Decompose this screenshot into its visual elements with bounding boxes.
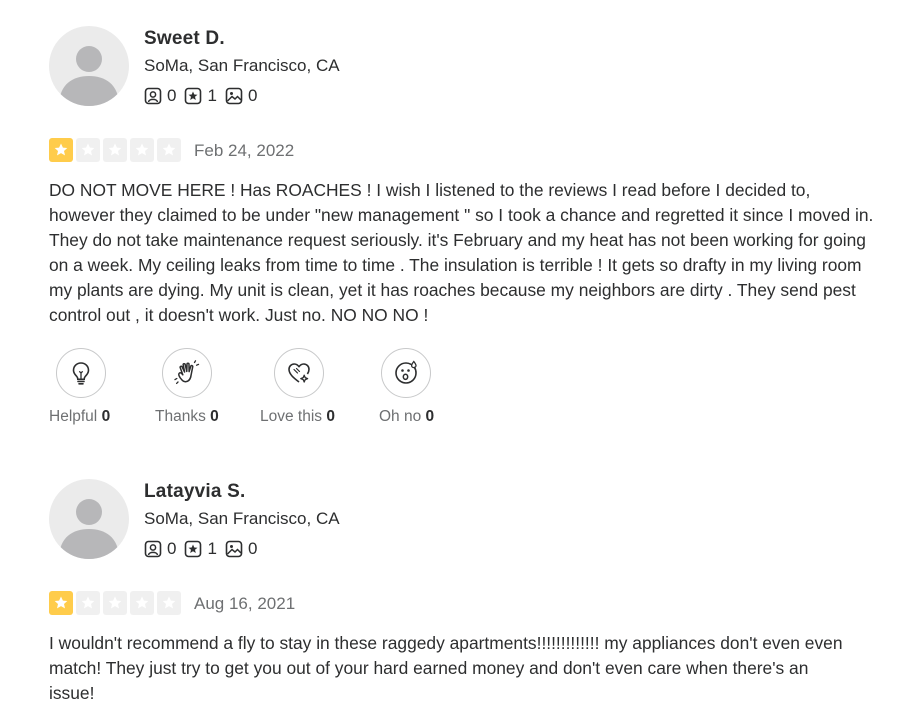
star-empty-icon: [130, 138, 154, 162]
star-badge-icon: [185, 540, 202, 558]
reviewer-stats: 0 1 0: [144, 539, 265, 559]
friends-count: 0: [167, 86, 177, 105]
surprised-face-icon: [395, 360, 417, 384]
photo-icon: [225, 540, 243, 558]
friends-icon: [144, 87, 162, 105]
photos-stat: 0: [225, 86, 257, 106]
oh-no-label: Oh no: [379, 408, 422, 425]
star-filled-icon: [49, 138, 73, 162]
oh-no-count: 0: [425, 408, 435, 425]
star-empty-icon: [130, 591, 154, 615]
love-this-count: 0: [326, 408, 335, 425]
review-text: DO NOT MOVE HERE ! Has ROACHES ! I wish …: [49, 180, 874, 325]
lightbulb-icon: [72, 362, 90, 385]
helpful-button[interactable]: Helpful 0: [49, 348, 110, 425]
thanks-label: Thanks: [155, 408, 206, 425]
reviewer-location: SoMa, San Francisco, CA: [144, 509, 340, 528]
thanks-count: 0: [210, 408, 219, 425]
love-this-label: Love this: [260, 408, 323, 425]
friends-stat: 0: [144, 86, 176, 106]
review-count-stat: 1: [184, 86, 217, 106]
review-date: Feb 24, 2022: [194, 141, 295, 160]
avatar[interactable]: [49, 479, 129, 559]
photos-count: 0: [247, 539, 258, 558]
friends-stat: 0: [144, 539, 176, 559]
hand-wave-icon: [174, 360, 200, 385]
star-rating: [49, 138, 184, 162]
star-empty-icon: [157, 138, 181, 162]
star-empty-icon: [76, 591, 100, 615]
heart-icon: [288, 363, 310, 383]
thanks-button[interactable]: Thanks 0: [155, 348, 219, 425]
photo-icon: [225, 87, 243, 105]
review-count: 1: [207, 86, 217, 105]
star-empty-icon: [103, 591, 127, 615]
friends-count: 0: [167, 539, 177, 558]
review-date: Aug 16, 2021: [194, 594, 296, 613]
reviewer-name[interactable]: Sweet D.: [144, 28, 225, 50]
star-empty-icon: [103, 138, 127, 162]
photos-stat: 0: [225, 539, 257, 559]
photos-count: 0: [247, 86, 258, 105]
avatar[interactable]: [49, 26, 129, 106]
review-text: I wouldn't recommend a fly to stay in th…: [49, 633, 843, 703]
star-filled-icon: [49, 591, 73, 615]
reviewer-location: SoMa, San Francisco, CA: [144, 56, 340, 75]
helpful-label: Helpful: [49, 408, 98, 425]
review-count: 1: [207, 539, 217, 558]
oh-no-button[interactable]: Oh no 0: [379, 348, 434, 425]
star-empty-icon: [76, 138, 100, 162]
review-count-stat: 1: [184, 539, 217, 559]
reviewer-name[interactable]: Latayvia S.: [144, 481, 245, 503]
helpful-count: 0: [101, 408, 111, 425]
star-badge-icon: [185, 87, 202, 105]
reviewer-stats: 0 1 0: [144, 86, 265, 106]
friends-icon: [144, 540, 162, 558]
star-empty-icon: [157, 591, 181, 615]
star-rating: [49, 591, 184, 615]
love-this-button[interactable]: Love this 0: [260, 348, 335, 425]
